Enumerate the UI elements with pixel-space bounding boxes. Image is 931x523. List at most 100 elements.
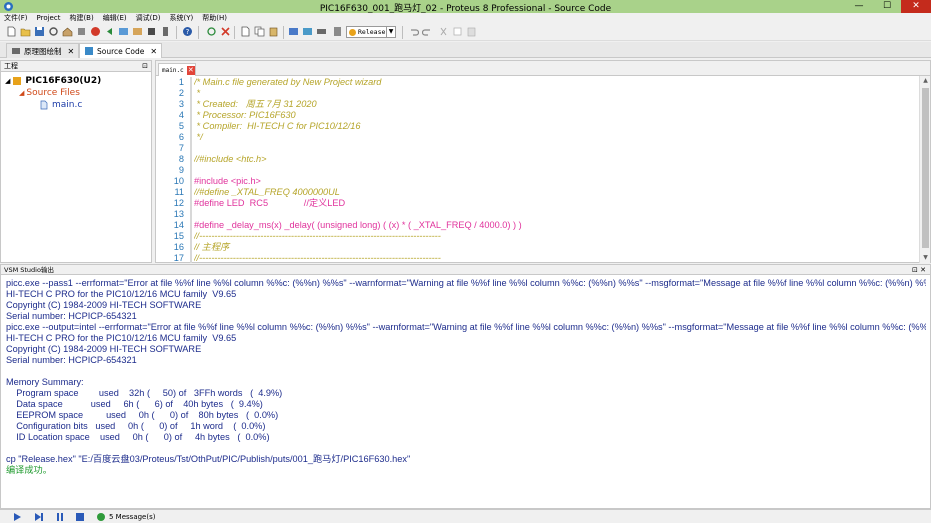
status-ok-icon [97, 513, 105, 521]
editor-scrollbar[interactable]: ▲ ▼ [919, 76, 930, 263]
paste2-icon[interactable] [466, 26, 477, 37]
tree-folder[interactable]: ◢ Source Files [19, 87, 80, 99]
chip-icon[interactable] [160, 26, 171, 37]
chip-icon [13, 77, 22, 85]
line-number: 2 [178, 88, 184, 98]
panel-buttons[interactable]: ⊡ ✕ [912, 265, 926, 275]
source-code-icon [85, 47, 93, 55]
menu-debug[interactable]: 调试(D) [136, 13, 161, 24]
chevron-down-icon[interactable]: ▼ [386, 27, 395, 37]
message-count-label: 5 Message(s) [109, 513, 156, 521]
menu-file[interactable]: 文件(F) [4, 13, 28, 24]
line-number-gutter: 1 2 3 4 5 6 7 8 9 10 11 12 13 14 15 16 1… [158, 77, 188, 263]
pause-icon[interactable] [54, 512, 66, 522]
menu-build[interactable]: 构建(B) [69, 13, 93, 24]
pin-icon[interactable]: ⊡ [142, 61, 148, 72]
line-number: 8 [178, 154, 184, 164]
open-folder-icon[interactable] [20, 26, 31, 37]
step-icon[interactable] [33, 512, 45, 522]
main-c-label: main.c [52, 100, 83, 110]
title-bar: PIC16F630_001_跑马灯_02 - Proteus 8 Profess… [0, 0, 931, 14]
output-line: picc.exe --output=intel --errformat="Err… [6, 322, 926, 332]
stop-icon[interactable] [90, 26, 101, 37]
copy2-icon[interactable] [452, 26, 463, 37]
output-line: ID Location space used 0h ( 0) of 4h byt… [6, 432, 270, 442]
output-line: Memory Summary: [6, 377, 84, 387]
tree-file[interactable]: main.c [39, 99, 82, 111]
line-number: 16 [173, 242, 184, 252]
line-number: 7 [178, 143, 184, 153]
expand-icon[interactable]: ◢ [5, 77, 10, 85]
menu-bar: 文件(F) Project 构建(B) 编辑(E) 调试(D) 系统(Y) 帮助… [0, 13, 931, 24]
close-icon[interactable]: ✕ [186, 65, 195, 75]
menu-system[interactable]: 系统(Y) [169, 13, 193, 24]
play-icon[interactable] [11, 512, 23, 522]
status-bar: 5 Message(s) [0, 509, 931, 523]
minimize-button[interactable]: — [845, 0, 873, 13]
close-icon[interactable]: ✕ [68, 47, 75, 56]
code-line: * [194, 88, 201, 98]
close-icon[interactable]: ✕ [150, 47, 157, 56]
code-text-area[interactable]: /* Main.c file generated by New Project … [194, 77, 916, 263]
tree-root[interactable]: ◢ PIC16F630(U2) [5, 75, 101, 87]
menu-edit[interactable]: 编辑(E) [103, 13, 127, 24]
editor-tab-main-c[interactable]: main.c ✕ [158, 63, 196, 76]
close-button[interactable]: ✕ [901, 0, 931, 13]
tab-schematic[interactable]: 原理图绘制 ✕ [6, 43, 80, 58]
scroll-up-icon[interactable]: ▲ [920, 76, 931, 86]
output-line: picc.exe --pass1 --errformat="Error at f… [6, 278, 926, 288]
project-panel: 工程 ⊡ ◢ PIC16F630(U2) ◢ Source Files main… [0, 60, 152, 263]
tab-source-code[interactable]: Source Code ✕ [79, 43, 163, 58]
menu-help[interactable]: 帮助(H) [202, 13, 227, 24]
copy-icon[interactable] [254, 26, 265, 37]
new-doc-icon[interactable] [240, 26, 251, 37]
scroll-down-icon[interactable]: ▼ [920, 253, 931, 263]
code-line: * Created: 周五 7月 31 2020 [194, 99, 317, 109]
scroll-thumb[interactable] [922, 88, 929, 248]
code-line: /* Main.c file generated by New Project … [194, 77, 382, 87]
fold-margin [190, 77, 192, 263]
expand-icon[interactable]: ◢ [19, 89, 24, 97]
home-icon[interactable] [62, 26, 73, 37]
output-panel-header: VSM Studio输出 ⊡ ✕ [1, 265, 930, 275]
build-config-select[interactable]: Release ▼ [346, 26, 396, 38]
code-line: // 主程序 [194, 242, 230, 252]
config-icon[interactable] [332, 26, 343, 37]
component-icon[interactable] [76, 26, 87, 37]
new-file-icon[interactable] [6, 26, 17, 37]
message-count[interactable]: 5 Message(s) [97, 511, 155, 523]
delete-icon[interactable] [220, 26, 231, 37]
maximize-button[interactable]: ☐ [873, 0, 901, 13]
ic-icon[interactable] [146, 26, 157, 37]
output-panel: VSM Studio输出 ⊡ ✕ picc.exe --pass1 --errf… [0, 264, 931, 509]
refresh-icon[interactable] [206, 26, 217, 37]
code-line: #define LED RC5 //定义LED [194, 198, 346, 208]
project-panel-title: 工程 [4, 62, 18, 70]
settings-icon[interactable] [48, 26, 59, 37]
editor-tab-strip: main.c ✕ [156, 61, 930, 76]
output-line: Program space used 32h ( 50) of 3FFh wor… [6, 388, 283, 398]
export-icon[interactable] [132, 26, 143, 37]
stop-icon[interactable] [74, 512, 86, 522]
print-icon[interactable] [316, 26, 327, 37]
help-icon[interactable]: ? [182, 26, 193, 37]
code-line: #include <pic.h> [194, 176, 261, 186]
line-number: 15 [173, 231, 184, 241]
redo-icon[interactable] [422, 26, 433, 37]
output-line: HI-TECH C PRO for the PIC10/12/16 MCU fa… [6, 289, 237, 299]
schematic-icon [12, 48, 20, 54]
paste-icon[interactable] [268, 26, 279, 37]
undo-icon[interactable] [408, 26, 419, 37]
back-icon[interactable] [104, 26, 115, 37]
output-text[interactable]: picc.exe --pass1 --errformat="Error at f… [6, 278, 926, 508]
save-icon[interactable] [34, 26, 45, 37]
rebuild-icon[interactable] [302, 26, 313, 37]
import-icon[interactable] [118, 26, 129, 37]
cut-icon[interactable] [438, 26, 449, 37]
editor-tab-label: main.c [162, 66, 184, 74]
line-number: 6 [178, 132, 184, 142]
build-icon[interactable] [288, 26, 299, 37]
menu-project[interactable]: Project [37, 13, 61, 24]
